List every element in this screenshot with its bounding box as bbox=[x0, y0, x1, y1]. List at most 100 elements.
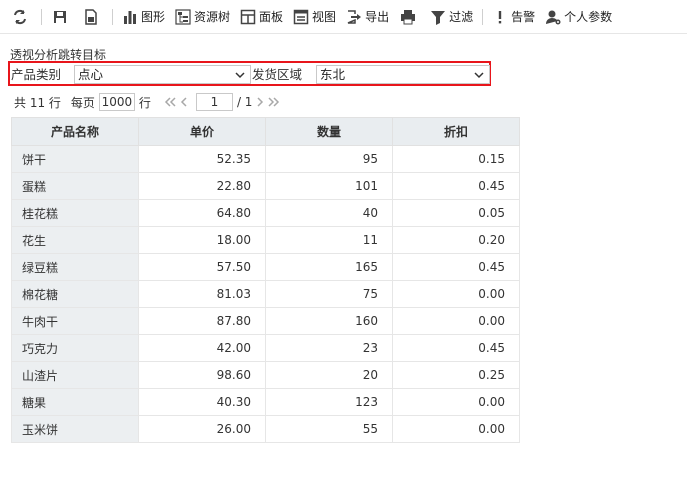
quantity-cell: 75 bbox=[265, 280, 393, 308]
product-name-cell: 绿豆糕 bbox=[11, 253, 139, 281]
panel-button[interactable]: 面板 bbox=[235, 5, 288, 29]
toolbar-separator bbox=[41, 8, 42, 25]
chevron-down-icon bbox=[473, 69, 485, 81]
refresh-icon bbox=[12, 9, 28, 25]
export-button[interactable]: 导出 bbox=[341, 5, 394, 29]
per-page-label: 每页 bbox=[70, 95, 95, 110]
discount-cell: 0.45 bbox=[392, 334, 520, 362]
product-name-cell: 蛋糕 bbox=[11, 172, 139, 200]
product-name-cell: 桂花糕 bbox=[11, 199, 139, 227]
view-button[interactable]: 视图 bbox=[288, 5, 341, 29]
unit-price-cell: 64.80 bbox=[138, 199, 266, 227]
table-row: 桂花糕 64.80 40 0.05 bbox=[11, 199, 520, 227]
region-select[interactable]: 东北 bbox=[316, 65, 490, 84]
category-select[interactable]: 点心 bbox=[74, 65, 251, 84]
region-select-value: 东北 bbox=[320, 67, 346, 82]
personal-params-label: 个人参数 bbox=[564, 10, 613, 24]
region-filter-label: 发货区域 bbox=[252, 67, 303, 82]
quantity-cell: 165 bbox=[265, 253, 393, 281]
unit-price-cell: 40.30 bbox=[138, 388, 266, 416]
product-name-cell: 棉花糖 bbox=[11, 280, 139, 308]
personal-params-button[interactable]: 个人参数 bbox=[540, 5, 617, 29]
product-name-cell: 饼干 bbox=[11, 145, 139, 173]
discount-cell: 0.00 bbox=[392, 307, 520, 335]
alert-label: 告警 bbox=[511, 10, 536, 24]
discount-cell: 0.25 bbox=[392, 361, 520, 389]
discount-cell: 0.05 bbox=[392, 199, 520, 227]
export-label: 导出 bbox=[365, 10, 390, 24]
save-as-icon bbox=[83, 8, 99, 25]
save-as-button[interactable] bbox=[77, 5, 108, 29]
filter-bar: 产品类别 点心 发货区域 东北 bbox=[8, 61, 491, 86]
unit-price-cell: 26.00 bbox=[138, 415, 266, 443]
table-row: 棉花糖 81.03 75 0.00 bbox=[11, 280, 520, 308]
quantity-cell: 20 bbox=[265, 361, 393, 389]
panel-icon bbox=[240, 9, 256, 25]
table-row: 巧克力 42.00 23 0.45 bbox=[11, 334, 520, 362]
product-name-cell: 山渣片 bbox=[11, 361, 139, 389]
data-table: 产品名称 单价 数量 折扣 饼干 52.35 95 0.15 蛋糕 22.80 … bbox=[11, 117, 520, 443]
print-button[interactable] bbox=[394, 5, 425, 29]
unit-price-cell: 81.03 bbox=[138, 280, 266, 308]
filter-button[interactable]: 过滤 bbox=[425, 5, 478, 29]
quantity-cell: 23 bbox=[265, 334, 393, 362]
view-label: 视图 bbox=[312, 10, 337, 24]
quantity-cell: 101 bbox=[265, 172, 393, 200]
per-page-input[interactable]: 1000 bbox=[98, 93, 135, 111]
save-button[interactable] bbox=[46, 5, 77, 29]
prev-page-icon[interactable] bbox=[179, 96, 189, 108]
total-pages-text: / 1 bbox=[236, 95, 253, 109]
table-row: 蛋糕 22.80 101 0.45 bbox=[11, 172, 520, 200]
discount-cell: 0.00 bbox=[392, 388, 520, 416]
tree-icon bbox=[175, 8, 191, 25]
first-page-icon[interactable] bbox=[163, 96, 177, 108]
bar-chart-icon bbox=[122, 9, 138, 25]
filter-label: 过滤 bbox=[449, 10, 474, 24]
toolbar-separator bbox=[112, 8, 113, 25]
unit-price-cell: 98.60 bbox=[138, 361, 266, 389]
printer-icon bbox=[400, 9, 416, 25]
save-icon bbox=[52, 9, 68, 25]
panel-label: 面板 bbox=[259, 10, 284, 24]
refresh-button[interactable] bbox=[6, 5, 37, 29]
user-settings-icon bbox=[545, 9, 561, 25]
discount-cell: 0.00 bbox=[392, 280, 520, 308]
table-row: 山渣片 98.60 20 0.25 bbox=[11, 361, 520, 389]
table-row: 饼干 52.35 95 0.15 bbox=[11, 145, 520, 173]
column-header-unit-price[interactable]: 单价 bbox=[138, 117, 266, 146]
table-row: 花生 18.00 11 0.20 bbox=[11, 226, 520, 254]
column-header-discount[interactable]: 折扣 bbox=[392, 117, 520, 146]
unit-price-cell: 42.00 bbox=[138, 334, 266, 362]
unit-price-cell: 52.35 bbox=[138, 145, 266, 173]
quantity-cell: 95 bbox=[265, 145, 393, 173]
category-filter-label: 产品类别 bbox=[11, 67, 62, 82]
toolbar: 图形 资源树 面板 视图 导出 过滤 告警 个人参数 bbox=[0, 0, 687, 34]
table-header-row: 产品名称 单价 数量 折扣 bbox=[11, 117, 520, 146]
quantity-cell: 40 bbox=[265, 199, 393, 227]
resource-tree-button[interactable]: 资源树 bbox=[170, 5, 235, 29]
export-icon bbox=[346, 9, 362, 25]
unit-price-cell: 57.50 bbox=[138, 253, 266, 281]
category-select-value: 点心 bbox=[78, 67, 104, 82]
table-row: 牛肉干 87.80 160 0.00 bbox=[11, 307, 520, 335]
total-rows-text: 共 11 行 bbox=[14, 95, 61, 110]
toolbar-separator bbox=[482, 8, 484, 25]
quantity-cell: 11 bbox=[265, 226, 393, 254]
column-header-product-name[interactable]: 产品名称 bbox=[11, 117, 139, 146]
quantity-cell: 160 bbox=[265, 307, 393, 335]
current-page-input[interactable]: 1 bbox=[195, 93, 233, 111]
discount-cell: 0.20 bbox=[392, 226, 520, 254]
exclamation-icon bbox=[492, 9, 508, 25]
last-page-icon[interactable] bbox=[267, 96, 281, 108]
product-name-cell: 玉米饼 bbox=[11, 415, 139, 443]
table-row: 糖果 40.30 123 0.00 bbox=[11, 388, 520, 416]
chart-button[interactable]: 图形 bbox=[117, 5, 170, 29]
next-page-icon[interactable] bbox=[255, 96, 265, 108]
product-name-cell: 花生 bbox=[11, 226, 139, 254]
column-header-quantity[interactable]: 数量 bbox=[265, 117, 393, 146]
discount-cell: 0.45 bbox=[392, 172, 520, 200]
product-name-cell: 牛肉干 bbox=[11, 307, 139, 335]
alert-button[interactable]: 告警 bbox=[487, 5, 540, 29]
unit-price-cell: 87.80 bbox=[138, 307, 266, 335]
table-row: 绿豆糕 57.50 165 0.45 bbox=[11, 253, 520, 281]
